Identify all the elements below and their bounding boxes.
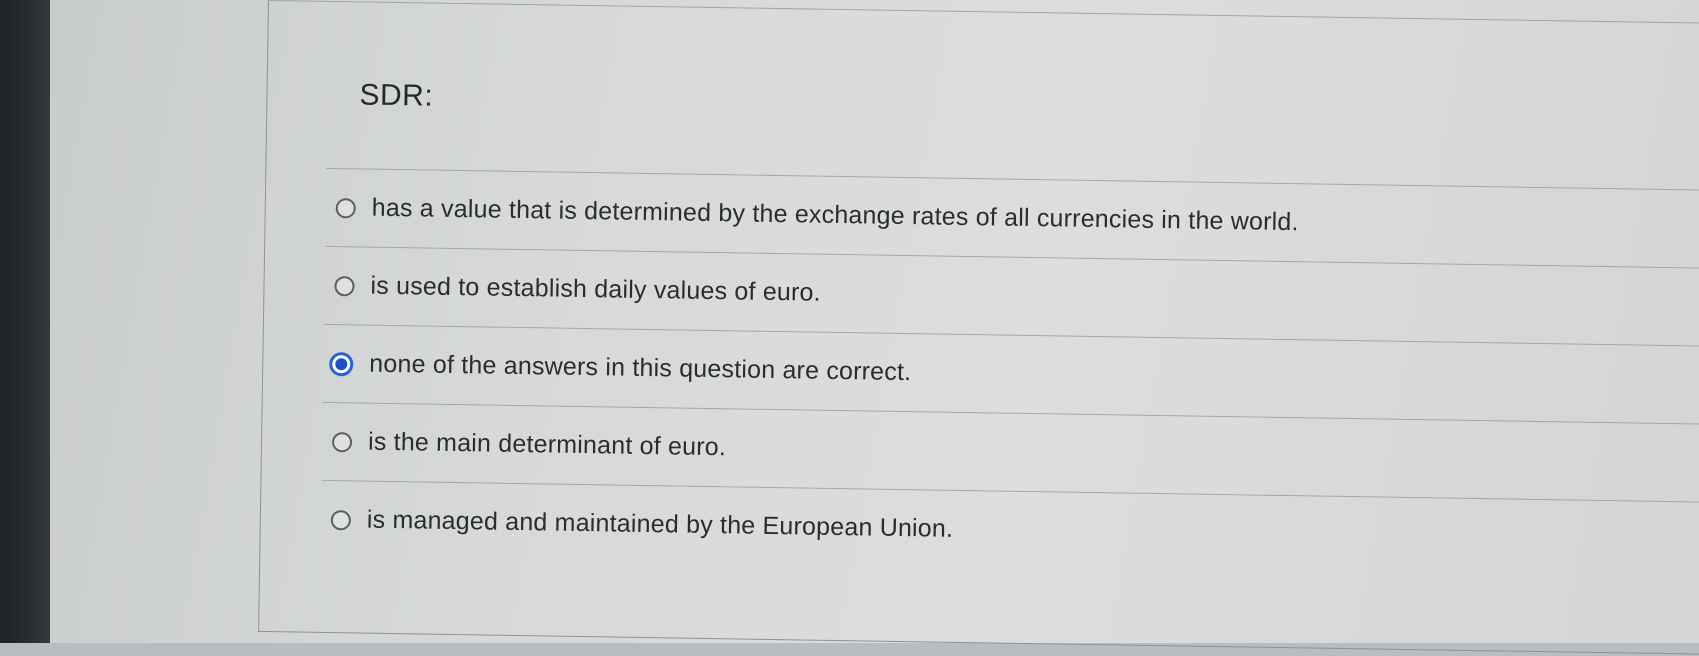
answer-option-label: is the main determinant of euro. (367, 427, 727, 462)
question-title: SDR: (359, 78, 434, 113)
question-panel: SDR: has a value that is determined by t… (258, 0, 1699, 656)
answer-options: has a value that is determined by the ex… (320, 167, 1699, 581)
radio-button-checked[interactable] (329, 351, 354, 376)
radio-button-unchecked[interactable] (335, 197, 356, 218)
answer-option-label: none of the answers in this question are… (369, 349, 912, 387)
answer-option-label: has a value that is determined by the ex… (371, 193, 1299, 237)
radio-button-unchecked[interactable] (331, 431, 353, 452)
screen-area: SDR: has a value that is determined by t… (50, 0, 1699, 656)
answer-option-label: is used to establish daily values of eur… (370, 271, 822, 307)
radio-button-unchecked[interactable] (334, 275, 355, 296)
answer-option-label: is managed and maintained by the Europea… (366, 505, 954, 543)
radio-button-unchecked[interactable] (330, 509, 352, 530)
